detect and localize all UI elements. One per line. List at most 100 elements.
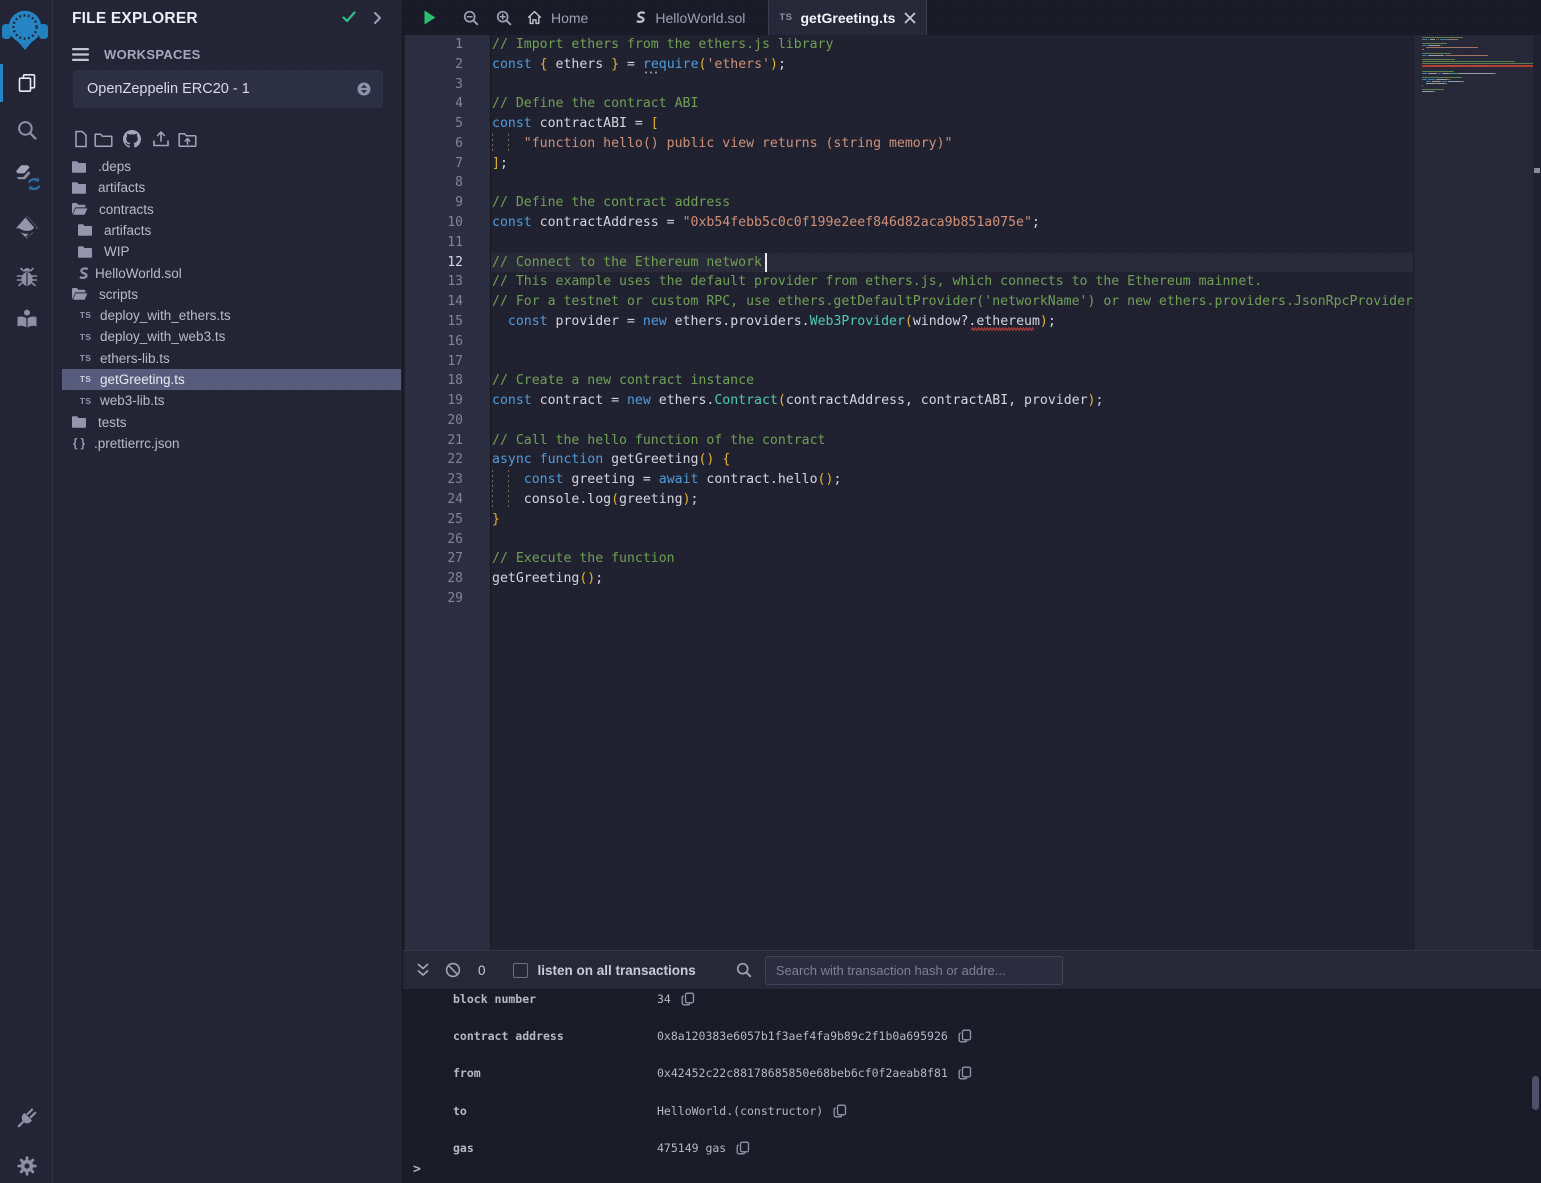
- search-icon: [736, 962, 752, 978]
- code-line[interactable]: // Define the contract address: [491, 193, 1413, 213]
- workspace-select[interactable]: OpenZeppelin ERC20 - 1: [73, 70, 383, 108]
- code-line[interactable]: [491, 352, 1413, 372]
- tree-item-artifacts[interactable]: artifacts: [62, 220, 401, 241]
- code-line[interactable]: const greeting = await contract.hello();: [491, 470, 1413, 490]
- close-icon[interactable]: [904, 12, 916, 24]
- tree-item-HelloWorld.sol[interactable]: HelloWorld.sol: [62, 263, 401, 284]
- code-line[interactable]: // Connect to the Ethereum network: [491, 253, 1413, 273]
- activity-item-plugin-manager[interactable]: [0, 1094, 53, 1142]
- code-editor[interactable]: 1234567891011121314151617181920212223242…: [403, 35, 1541, 950]
- tree-item-web3-lib.ts[interactable]: TSweb3-lib.ts: [62, 390, 401, 411]
- code-line[interactable]: [491, 332, 1413, 352]
- code-line[interactable]: // Import ethers from the ethers.js libr…: [491, 35, 1413, 55]
- typescript-file-icon: TS: [77, 397, 94, 406]
- line-number: 20: [413, 411, 463, 431]
- code-line[interactable]: [491, 411, 1413, 431]
- create-folder-button[interactable]: [94, 126, 123, 148]
- code-line[interactable]: [491, 589, 1413, 609]
- upload-folder-button[interactable]: [178, 126, 198, 148]
- tab-getGreeting.ts[interactable]: TSgetGreeting.ts: [768, 0, 927, 35]
- minimap-line: [1442, 73, 1449, 74]
- minimap-line: [1422, 45, 1427, 46]
- terminal-search-input[interactable]: [765, 956, 1063, 985]
- code-line[interactable]: const provider = new ethers.providers.We…: [491, 312, 1413, 332]
- copy-icon[interactable]: [736, 1141, 750, 1155]
- activity-item-learneth[interactable]: [0, 295, 53, 343]
- workspaces-label: WORKSPACES: [104, 47, 201, 62]
- clone-git-button[interactable]: [123, 126, 152, 148]
- code-line[interactable]: // For a testnet or custom RPC, use ethe…: [491, 292, 1413, 312]
- copy-icon[interactable]: [958, 1066, 972, 1080]
- listen-transactions-checkbox[interactable]: [513, 963, 528, 978]
- minimap[interactable]: [1413, 35, 1533, 950]
- minimap-line: [1422, 53, 1451, 54]
- terminal-scrollbar[interactable]: [1532, 1076, 1539, 1110]
- minimap-line: [1426, 81, 1431, 82]
- tree-item-.deps[interactable]: .deps: [62, 156, 401, 177]
- tree-item-deploy_with_ethers.ts[interactable]: TSdeploy_with_ethers.ts: [62, 305, 401, 326]
- code-line[interactable]: const contractAddress = "0xb54febb5c0c0f…: [491, 213, 1413, 233]
- code-line[interactable]: [491, 75, 1413, 95]
- activity-item-file-explorer[interactable]: [0, 59, 53, 107]
- tree-item-tests[interactable]: tests: [62, 412, 401, 433]
- code-line[interactable]: // Create a new contract instance: [491, 371, 1413, 391]
- hamburger-menu-icon[interactable]: [72, 47, 89, 62]
- code-line[interactable]: }: [491, 510, 1413, 530]
- code-line[interactable]: // Call the hello function of the contra…: [491, 431, 1413, 451]
- tab-HelloWorld.sol[interactable]: HelloWorld.sol: [611, 0, 768, 35]
- listen-transactions-label[interactable]: listen on all transactions: [538, 963, 696, 978]
- expand-terminal-icon[interactable]: [416, 962, 430, 978]
- activity-item-search[interactable]: [0, 106, 53, 154]
- tree-item-ethers-lib.ts[interactable]: TSethers-lib.ts: [62, 348, 401, 369]
- code-line[interactable]: ];: [491, 154, 1413, 174]
- copy-icon[interactable]: [681, 992, 695, 1006]
- copy-icon[interactable]: [833, 1104, 847, 1118]
- tree-item-artifacts[interactable]: artifacts: [62, 177, 401, 198]
- tree-item-deploy_with_web3.ts[interactable]: TSdeploy_with_web3.ts: [62, 326, 401, 347]
- minimap-line: [1426, 83, 1437, 84]
- code-line[interactable]: [491, 233, 1413, 253]
- code-line[interactable]: console.log(greeting);: [491, 490, 1413, 510]
- copy-icon[interactable]: [958, 1029, 972, 1043]
- activity-item-solidity-compiler[interactable]: [0, 154, 53, 202]
- remix-logo-icon[interactable]: [2, 4, 48, 52]
- upload-file-button[interactable]: [152, 126, 178, 148]
- tree-item-.prettierrc.json[interactable]: { }.prettierrc.json: [62, 433, 401, 454]
- tree-item-contracts[interactable]: contracts: [62, 199, 401, 220]
- code-line[interactable]: const { ethers } = require('ethers');: [491, 55, 1413, 75]
- code-line[interactable]: // Execute the function: [491, 549, 1413, 569]
- code-line[interactable]: [491, 173, 1413, 193]
- activity-item-debugger[interactable]: [0, 253, 53, 301]
- overview-ruler[interactable]: [1533, 35, 1541, 950]
- tab-Home[interactable]: Home: [504, 0, 611, 35]
- code-line[interactable]: "function hello() public view returns (s…: [491, 134, 1413, 154]
- line-number: 7: [413, 154, 463, 174]
- tree-item-scripts[interactable]: scripts: [62, 284, 401, 305]
- minimap-line: [1422, 61, 1515, 62]
- typescript-file-icon: TS: [77, 375, 94, 384]
- tree-item-getGreeting.ts[interactable]: TSgetGreeting.ts: [62, 369, 401, 390]
- minimap-line: [1448, 81, 1461, 82]
- tree-item-WIP[interactable]: WIP: [62, 241, 401, 262]
- line-number: 29: [413, 589, 463, 609]
- run-script-button[interactable]: [410, 0, 449, 35]
- activity-item-settings[interactable]: [0, 1142, 53, 1183]
- code-line[interactable]: [491, 530, 1413, 550]
- code-line[interactable]: const contract = new ethers.Contract(con…: [491, 391, 1413, 411]
- line-number: 6: [413, 134, 463, 154]
- code-line[interactable]: const contractABI = [: [491, 114, 1413, 134]
- create-file-button[interactable]: [73, 126, 94, 148]
- terminal-prompt[interactable]: >: [413, 1162, 421, 1177]
- transaction-count-badge: 0: [478, 963, 486, 978]
- code-line[interactable]: // Define the contract ABI: [491, 94, 1413, 114]
- zoom-out-button[interactable]: [454, 0, 487, 35]
- activity-item-deploy-run[interactable]: [0, 203, 53, 251]
- line-number: 15: [413, 312, 463, 332]
- tree-item-label: HelloWorld.sol: [95, 266, 182, 281]
- code-line[interactable]: getGreeting();: [491, 569, 1413, 589]
- clear-console-icon[interactable]: [445, 962, 461, 978]
- chevron-right-icon[interactable]: [373, 11, 382, 25]
- code-line[interactable]: // This example uses the default provide…: [491, 272, 1413, 292]
- editor-code[interactable]: // Import ethers from the ethers.js libr…: [491, 35, 1413, 950]
- code-line[interactable]: async function getGreeting() {: [491, 450, 1413, 470]
